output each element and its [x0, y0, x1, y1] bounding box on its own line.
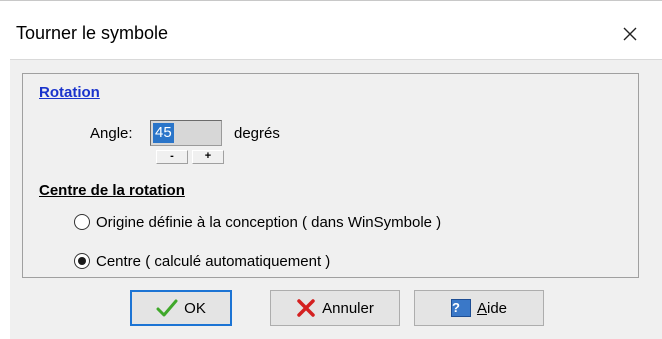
radio-centre-label: Centre ( calculé automatiquement )	[96, 252, 331, 270]
radio-selected-dot	[78, 257, 86, 265]
radio-button-selected[interactable]	[74, 253, 90, 269]
dialog-body: Rotation Angle: 45 degrés - + Centre de …	[10, 60, 662, 339]
close-icon	[623, 27, 637, 41]
help-icon: ?	[450, 299, 471, 317]
rotation-centre-heading: Centre de la rotation	[39, 182, 185, 199]
close-button[interactable]	[608, 14, 652, 54]
rotate-symbol-dialog: Tourner le symbole Rotation Angle: 45 de…	[10, 5, 662, 339]
help-label: Aide	[476, 299, 508, 317]
red-x-icon	[296, 298, 316, 318]
radio-centre-auto[interactable]: Centre ( calculé automatiquement )	[74, 250, 330, 272]
rotation-heading: Rotation	[39, 84, 100, 101]
cancel-button[interactable]: Annuler	[270, 290, 400, 326]
cancel-label: Annuler	[322, 299, 374, 317]
dialog-title: Tourner le symbole	[16, 23, 169, 43]
degrees-unit-label: degrés	[234, 125, 280, 142]
rotation-group-box	[22, 73, 639, 278]
title-bar[interactable]: Tourner le symbole	[10, 5, 662, 60]
radio-origin-design[interactable]: Origine définie à la conception ( dans W…	[74, 211, 441, 233]
angle-label: Angle:	[90, 125, 133, 142]
ok-label: OK	[184, 299, 206, 317]
window-left-edge	[0, 5, 10, 339]
angle-increment-button[interactable]: +	[192, 150, 224, 164]
radio-button-unselected[interactable]	[74, 214, 90, 230]
checkmark-icon	[156, 299, 178, 317]
radio-origin-label: Origine définie à la conception ( dans W…	[96, 213, 442, 231]
help-button[interactable]: ? Aide	[414, 290, 544, 326]
angle-decrement-button[interactable]: -	[156, 150, 188, 164]
angle-value[interactable]: 45	[153, 123, 174, 143]
ok-button[interactable]: OK	[130, 290, 232, 326]
